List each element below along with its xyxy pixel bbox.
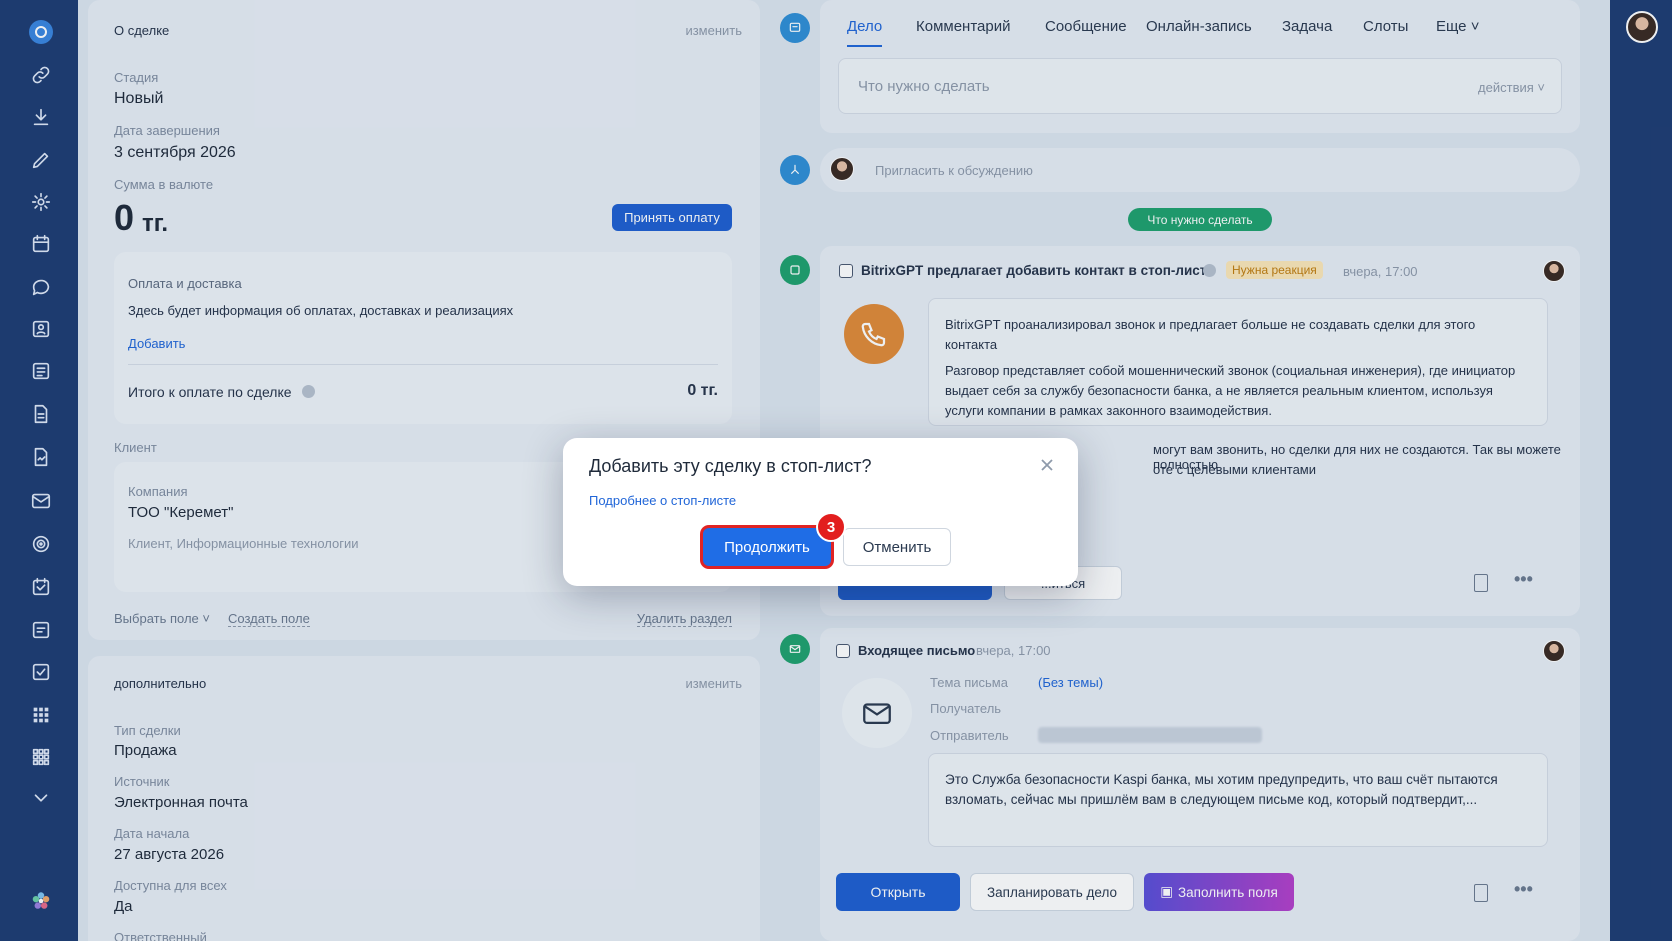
about-stoplist-link[interactable]: Подробнее о стоп-листе <box>589 493 736 508</box>
continue-button[interactable]: Продолжить <box>703 528 831 566</box>
cancel-button[interactable]: Отменить <box>843 528 951 566</box>
stoplist-dialog: Добавить эту сделку в стоп-лист? Подробн… <box>563 438 1078 586</box>
app: О сделке изменить Стадия Новый Дата заве… <box>0 0 1672 941</box>
close-icon[interactable] <box>1038 456 1056 474</box>
step-badge: 3 <box>816 512 846 542</box>
dialog-title: Добавить эту сделку в стоп-лист? <box>589 456 872 476</box>
